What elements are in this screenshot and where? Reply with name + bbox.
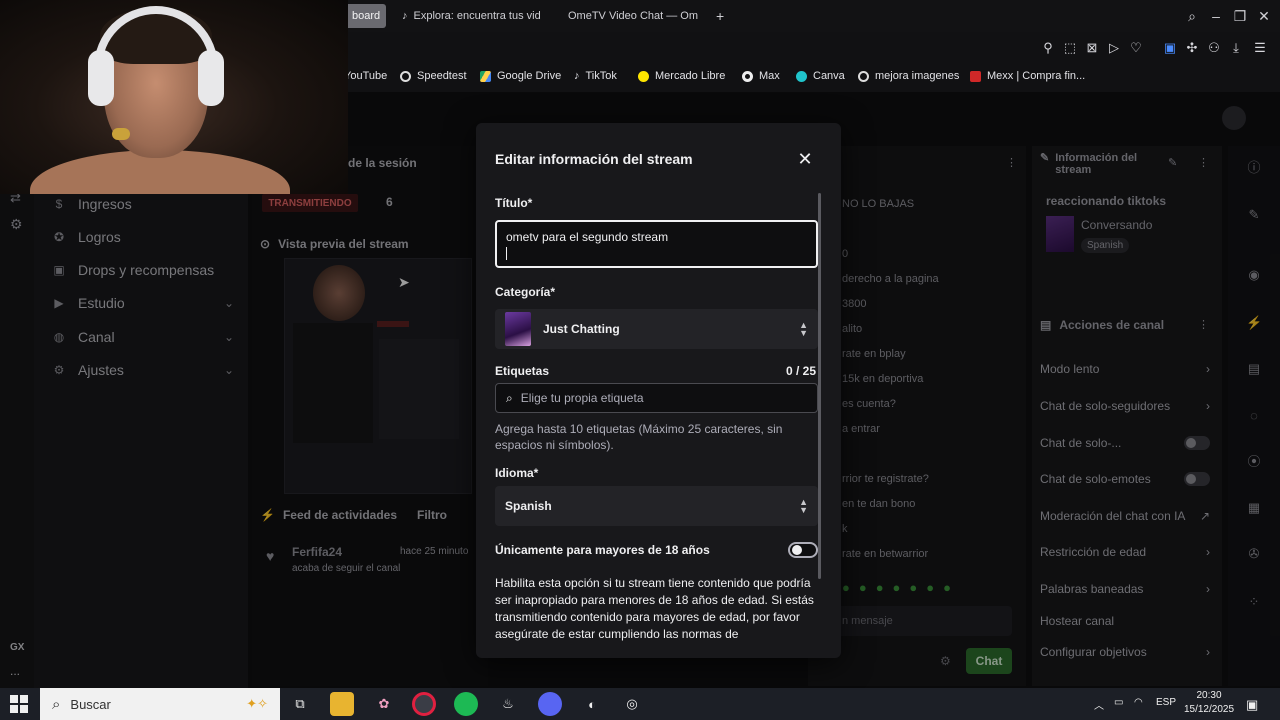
tab-label: Explora: encuentra tus vid <box>413 10 541 22</box>
category-thumbnail <box>505 312 531 346</box>
language-label: Idioma* <box>495 466 539 480</box>
bookmark-canva[interactable]: Canva <box>796 70 845 82</box>
canva-icon <box>796 70 807 82</box>
shield-icon[interactable]: ⊠ <box>1084 40 1100 56</box>
translate-icon[interactable]: ▣ <box>1162 40 1178 56</box>
google-drive-icon <box>480 70 491 82</box>
sparkle-icon: ✦✧ <box>246 696 268 711</box>
bookmark-mercado-libre[interactable]: Mercado Libre <box>638 70 725 82</box>
tags-input-placeholder: Elige tu propia etiqueta <box>520 391 644 405</box>
tags-label: Etiquetas <box>495 364 550 378</box>
tags-input[interactable]: ⌕ Elige tu propia etiqueta <box>495 383 818 413</box>
tags-help-text: Agrega hasta 10 etiquetas (Máximo 25 car… <box>495 422 783 452</box>
bookmark-label: Mexx | Compra fin... <box>987 70 1086 82</box>
bookmark-max[interactable]: Max <box>742 70 780 82</box>
search-icon: ⌕ <box>52 695 61 713</box>
download-icon[interactable]: ⤓ <box>1228 40 1244 56</box>
bookmark-label: Canva <box>813 70 845 82</box>
modal-title: Editar información del stream <box>495 151 693 167</box>
discord-icon[interactable] <box>538 692 562 716</box>
file-explorer-icon[interactable] <box>330 692 354 716</box>
tab-label: OmeTV Video Chat — Om <box>568 10 699 22</box>
tiktok-icon: ♪ <box>574 70 580 82</box>
pin-icon[interactable]: ⚲ <box>1040 40 1056 56</box>
bookmark-label: Google Drive <box>497 70 562 82</box>
bookmark-label: Speedtest <box>417 70 467 82</box>
new-tab-button[interactable]: + <box>706 4 730 28</box>
close-window-icon[interactable]: ✕ <box>1256 8 1272 24</box>
bookmark-youtube[interactable]: YouTube <box>344 70 387 82</box>
taskbar-search-placeholder: Buscar <box>70 696 111 712</box>
speedtest-icon <box>400 70 411 82</box>
windows-start-icon[interactable] <box>10 695 28 713</box>
bookmark-label: TikTok <box>585 70 617 82</box>
modal-scrollbar[interactable] <box>818 193 821 579</box>
tab-ometv[interactable]: OmeTV Video Chat — Om <box>552 4 702 28</box>
wifi-icon[interactable]: ◠ <box>1134 697 1143 708</box>
heart-icon[interactable]: ♡ <box>1128 40 1144 56</box>
menu-icon[interactable]: ☰ <box>1252 40 1268 56</box>
title-input[interactable]: ometv para el segundo stream <box>495 220 818 268</box>
extensions-icon[interactable]: ✣ <box>1184 40 1200 56</box>
minimize-icon[interactable]: – <box>1208 8 1224 24</box>
obs-icon[interactable]: ◐ <box>580 692 604 716</box>
category-select[interactable]: Just Chatting ▲ ▼ <box>495 309 818 349</box>
bookmark-mexx[interactable]: Mexx | Compra fin... <box>970 70 1085 82</box>
spotify-icon[interactable] <box>454 692 478 716</box>
maximize-icon[interactable]: ❐ <box>1232 8 1248 24</box>
webcam-overlay <box>0 0 348 194</box>
tab-tiktok[interactable]: ♪ Explora: encuentra tus vid <box>392 4 542 28</box>
mexx-icon <box>970 70 981 82</box>
sort-arrows-icon: ▲ ▼ <box>799 320 808 338</box>
snapshot-icon[interactable]: ⬚ <box>1062 40 1078 56</box>
play-icon[interactable]: ▷ <box>1106 40 1122 56</box>
language-indicator[interactable]: ESP <box>1156 697 1176 708</box>
taskbar-search[interactable]: ⌕ Buscar ✦✧ <box>40 688 280 720</box>
app-icon[interactable]: ✿ <box>372 692 396 716</box>
bookmark-label: Mercado Libre <box>655 70 726 82</box>
category-value: Just Chatting <box>543 322 620 336</box>
text-caret <box>506 247 507 260</box>
opera-gx-icon[interactable] <box>412 692 436 716</box>
sort-arrows-icon: ▲ ▼ <box>799 497 808 515</box>
search-icon: ⌕ <box>506 390 513 405</box>
tags-count: 0 / 25 <box>786 364 817 378</box>
close-icon[interactable]: ✕ <box>796 150 814 168</box>
app-icon[interactable]: ◎ <box>620 692 644 716</box>
mercado-libre-icon <box>638 70 649 82</box>
battery-icon[interactable]: ▭ <box>1114 697 1123 708</box>
title-label: Título* <box>495 196 533 210</box>
age-restriction-toggle[interactable] <box>788 542 818 558</box>
bookmark-label: Max <box>759 70 780 82</box>
clock-time: 20:30 <box>1196 690 1222 701</box>
bookmark-mejora-imagenes[interactable]: mejora imagenes <box>858 70 959 82</box>
task-view-icon[interactable]: ⧉ <box>288 692 312 716</box>
bookmark-label: mejora imagenes <box>875 70 960 82</box>
max-icon <box>742 70 753 82</box>
edit-stream-info-modal: Editar información del stream ✕ Título* … <box>476 123 841 658</box>
bookmark-label: YouTube <box>344 70 388 82</box>
search-tabs-icon[interactable]: ⌕ <box>1184 8 1200 24</box>
profile-icon[interactable]: ⚇ <box>1206 40 1222 56</box>
language-value: Spanish <box>505 499 552 513</box>
title-input-value: ometv para el segundo stream <box>506 230 669 244</box>
notifications-icon[interactable]: ▣ <box>1246 697 1258 713</box>
clock-date: 15/12/2025 <box>1183 704 1235 715</box>
language-select[interactable]: Spanish ▲ ▼ <box>495 486 818 526</box>
tiktok-icon: ♪ <box>402 10 408 22</box>
category-label: Categoría* <box>495 285 556 299</box>
age-restriction-description: Habilita esta opción si tu stream tiene … <box>495 576 814 641</box>
mejora-icon <box>858 70 869 82</box>
steam-icon[interactable]: ♨ <box>496 692 520 716</box>
bookmark-tiktok[interactable]: ♪ TikTok <box>574 70 617 82</box>
clock[interactable]: 20:30 15/12/2025 <box>1180 689 1238 717</box>
bookmark-google-drive[interactable]: Google Drive <box>480 70 561 82</box>
bookmark-speedtest[interactable]: Speedtest <box>400 70 467 82</box>
tab-dashboard[interactable]: board <box>342 4 386 28</box>
chevron-up-icon[interactable]: ︿ <box>1094 697 1104 712</box>
tab-label: board <box>352 10 381 22</box>
age-restriction-label: Únicamente para mayores de 18 años <box>495 543 710 557</box>
